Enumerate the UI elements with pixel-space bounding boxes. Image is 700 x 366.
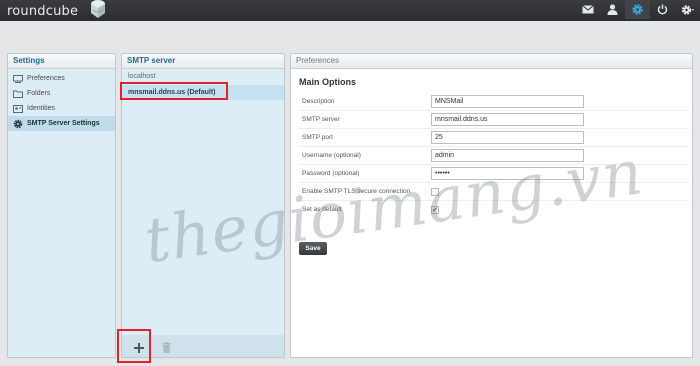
nav-item-folders[interactable]: Folders	[8, 86, 115, 101]
nav-item-label: Folders	[27, 90, 51, 97]
form-row: SMTP server mnsmail.ddns.us	[299, 110, 689, 128]
smtp-port-field[interactable]: 25	[431, 131, 584, 144]
trash-icon	[162, 342, 171, 353]
gear-icon	[12, 119, 23, 128]
field-label: Username (optional)	[302, 152, 361, 159]
settings-icon[interactable]	[625, 0, 650, 19]
logout-icon[interactable]	[650, 0, 675, 19]
gear-icon[interactable]	[675, 0, 700, 19]
monitor-icon	[12, 74, 23, 83]
identity-icon	[12, 104, 23, 113]
folder-icon	[12, 89, 23, 98]
logo-text: roundcube	[7, 3, 79, 19]
settings-panel: Settings Preferences Folders Identities …	[7, 53, 116, 358]
smtp-server-field[interactable]: mnsmail.ddns.us	[431, 113, 584, 126]
nav-item-identities[interactable]: Identities	[8, 101, 115, 116]
smtp-title: SMTP server	[122, 54, 284, 69]
section-title: Main Options	[299, 77, 356, 87]
delete-server-button[interactable]	[158, 339, 175, 356]
nav-item-label: SMTP Server Settings	[27, 120, 100, 127]
nav-item-preferences[interactable]: Preferences	[8, 71, 115, 86]
highlight-default-server	[120, 82, 228, 100]
nav-item-label: Identities	[27, 105, 56, 112]
mail-icon[interactable]	[575, 0, 600, 19]
nav-item-label: Preferences	[27, 75, 65, 82]
nav-item-smtp-server-settings[interactable]: SMTP Server Settings	[8, 116, 115, 131]
settings-title: Settings	[8, 54, 115, 69]
preferences-title: Preferences	[291, 54, 692, 69]
form-row: Description MNSMail	[299, 92, 689, 110]
field-label: SMTP server	[302, 116, 340, 123]
top-bar: roundcube	[0, 0, 700, 21]
field-label: Description	[302, 97, 335, 105]
description-field[interactable]: MNSMail	[431, 94, 584, 108]
highlight-add-button	[117, 329, 151, 363]
logo-cube-icon	[87, 0, 109, 22]
logo[interactable]: roundcube	[7, 0, 105, 20]
contacts-icon[interactable]	[600, 0, 625, 19]
field-label: SMTP port	[302, 134, 333, 141]
